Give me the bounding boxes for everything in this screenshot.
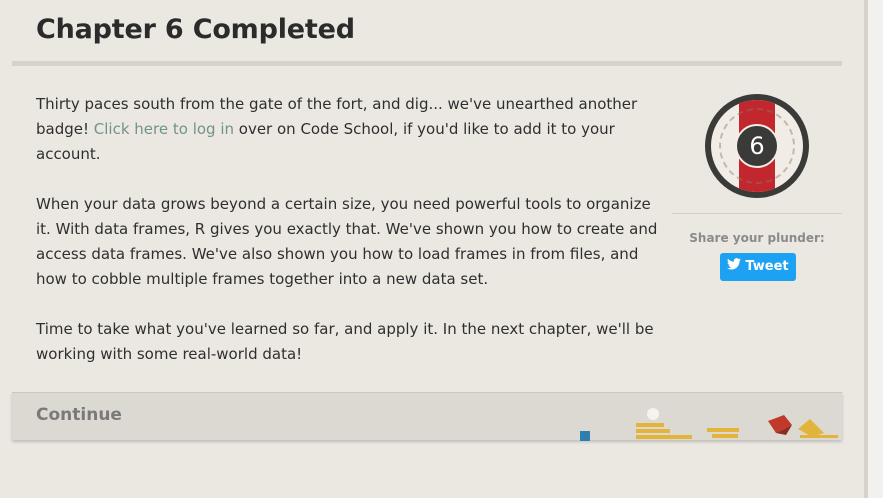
twitter-bird-icon bbox=[727, 253, 742, 281]
continue-label: Continue bbox=[36, 405, 122, 425]
share-label: Share your plunder: bbox=[689, 231, 825, 245]
login-link[interactable]: Click here to log in bbox=[94, 120, 234, 138]
chapter-panel: Chapter 6 Completed Thirty paces south f… bbox=[12, 0, 842, 498]
next-chapter-paragraph: Time to take what you've learned so far,… bbox=[36, 320, 654, 363]
continue-button[interactable]: Continue bbox=[12, 392, 842, 441]
badge-number: 6 bbox=[735, 124, 779, 168]
page-title: Chapter 6 Completed bbox=[36, 14, 355, 45]
chapter-badge-icon: 6 bbox=[705, 94, 809, 198]
right-gutter bbox=[868, 0, 883, 498]
badge-divider bbox=[672, 213, 842, 214]
tweet-button[interactable]: Tweet bbox=[720, 253, 796, 281]
intro-paragraph: Thirty paces south from the gate of the … bbox=[36, 92, 666, 167]
treasure-decoration-icon bbox=[580, 408, 838, 441]
title-divider bbox=[12, 61, 842, 66]
data-frames-paragraph: When your data grows beyond a certain si… bbox=[36, 195, 658, 288]
chapter-summary: Thirty paces south from the gate of the … bbox=[36, 92, 666, 392]
tweet-label: Tweet bbox=[745, 259, 789, 274]
